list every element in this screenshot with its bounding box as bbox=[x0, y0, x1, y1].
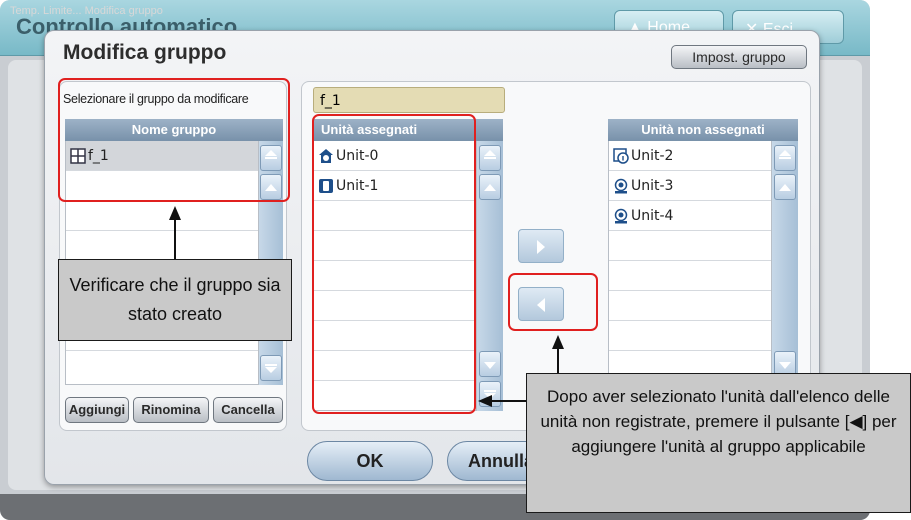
awhp-unit-icon bbox=[613, 208, 629, 224]
remove-unit-button[interactable] bbox=[518, 229, 564, 263]
rename-group-button[interactable]: Rinomina bbox=[133, 397, 209, 423]
unit-label: Unit-4 bbox=[631, 207, 674, 224]
group-name-field[interactable]: f_1 bbox=[313, 87, 505, 113]
scroll-down-icon[interactable] bbox=[479, 351, 501, 377]
scroll-top-icon[interactable] bbox=[774, 145, 796, 171]
ok-button[interactable]: OK bbox=[307, 441, 433, 481]
list-item[interactable] bbox=[609, 291, 771, 321]
ventilation-unit-icon bbox=[613, 147, 629, 164]
list-item[interactable] bbox=[66, 201, 258, 231]
unassigned-list-header: Unità non assegnati bbox=[608, 119, 798, 141]
list-item[interactable] bbox=[609, 231, 771, 261]
add-group-button[interactable]: Aggiungi bbox=[65, 397, 129, 423]
list-item[interactable]: Unit-2 bbox=[609, 141, 771, 171]
scroll-top-icon[interactable] bbox=[479, 145, 501, 171]
list-item[interactable] bbox=[66, 351, 258, 381]
unit-label: Unit-3 bbox=[631, 177, 674, 194]
list-item[interactable] bbox=[609, 261, 771, 291]
callout-group-created: Verificare che il gruppo sia stato creat… bbox=[58, 259, 292, 341]
callout-line bbox=[490, 400, 526, 402]
highlight-group-list bbox=[58, 78, 290, 202]
highlight-add-button bbox=[508, 273, 598, 331]
unassigned-list-scrollbar[interactable] bbox=[772, 141, 798, 411]
list-item[interactable] bbox=[609, 321, 771, 351]
delete-group-button[interactable]: Cancella bbox=[213, 397, 283, 423]
status-text: Temp. Limite... Modifica gruppo bbox=[10, 5, 163, 17]
callout-add-unit: Dopo aver selezionato l'unità dall'elenc… bbox=[526, 373, 911, 513]
callout-line bbox=[557, 348, 559, 375]
unit-label: Unit-2 bbox=[631, 147, 674, 164]
scroll-up-icon[interactable] bbox=[774, 174, 796, 200]
arrow-right-icon bbox=[537, 240, 545, 254]
arrow-left-icon bbox=[478, 395, 492, 407]
dialog-title: Modifica gruppo bbox=[63, 41, 227, 64]
assigned-list-scrollbar[interactable] bbox=[477, 141, 503, 411]
callout-line bbox=[174, 220, 176, 260]
list-item[interactable] bbox=[66, 231, 258, 261]
scroll-up-icon[interactable] bbox=[479, 174, 501, 200]
highlight-assigned-list bbox=[312, 114, 476, 414]
group-settings-button[interactable]: Impost. gruppo bbox=[671, 45, 807, 69]
list-item[interactable]: Unit-3 bbox=[609, 171, 771, 201]
arrow-up-icon bbox=[169, 206, 181, 220]
arrow-up-icon bbox=[552, 335, 564, 349]
scroll-bottom-icon[interactable] bbox=[260, 355, 282, 381]
unassigned-units-list[interactable]: Unit-2 Unit-3 Unit-4 bbox=[608, 141, 772, 411]
list-item[interactable]: Unit-4 bbox=[609, 201, 771, 231]
awhp-unit-icon bbox=[613, 178, 629, 194]
